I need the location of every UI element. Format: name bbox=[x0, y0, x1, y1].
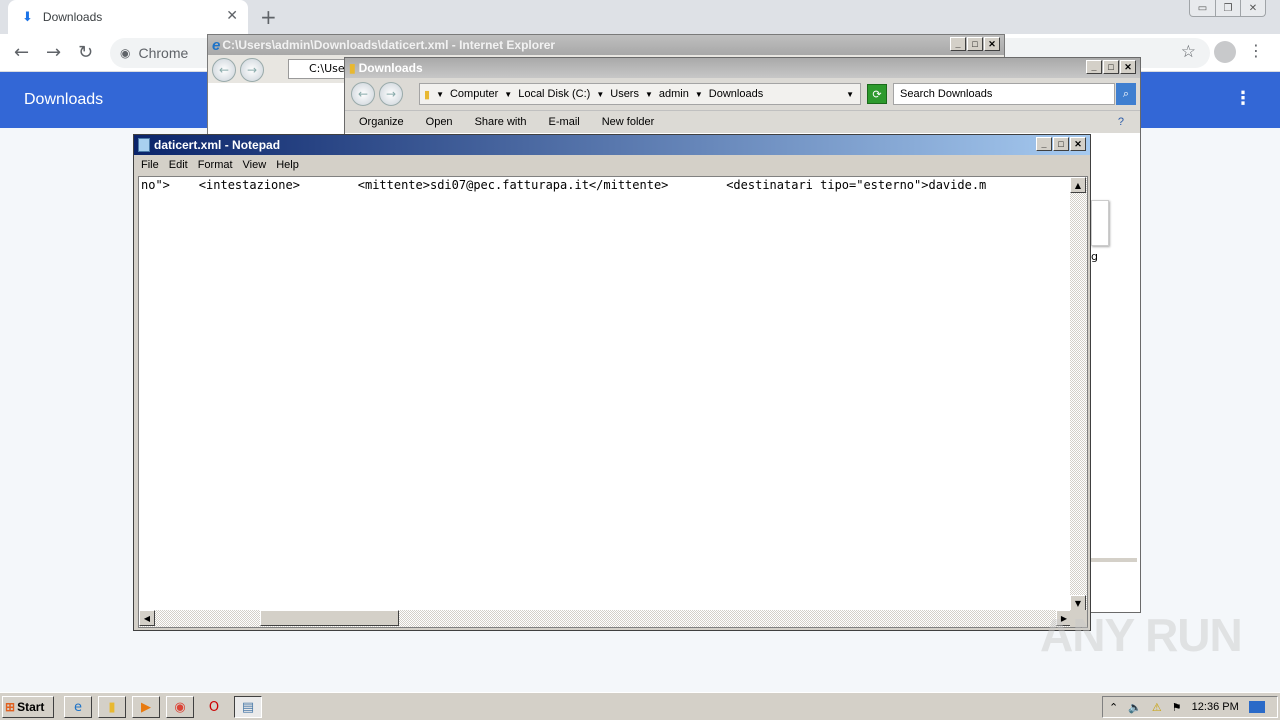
menu-help[interactable]: Help bbox=[276, 159, 299, 171]
profile-avatar[interactable] bbox=[1214, 41, 1236, 63]
page-title: Downloads bbox=[24, 91, 104, 108]
show-desktop-button[interactable] bbox=[1248, 701, 1265, 713]
taskbar-chrome-icon[interactable]: ◉ bbox=[166, 696, 194, 718]
taskbar-ie-icon[interactable]: e bbox=[64, 696, 92, 718]
explorer-forward-button[interactable]: → bbox=[379, 82, 403, 106]
ie-minimize-button[interactable]: _ bbox=[950, 37, 966, 51]
reload-icon[interactable]: ↻ bbox=[78, 42, 93, 63]
notepad-text-area[interactable]: no"> <intestazione> <mittente>sdi07@pec.… bbox=[138, 176, 1088, 628]
ie-forward-button[interactable]: → bbox=[240, 58, 264, 82]
explorer-maximize-button[interactable]: □ bbox=[1103, 60, 1119, 74]
open-button[interactable]: Open bbox=[426, 116, 453, 128]
system-tray: ⌃ 🔈 ⚠ ⚑ 12:36 PM bbox=[1102, 696, 1278, 718]
breadcrumb-item[interactable]: Computer bbox=[450, 88, 498, 100]
taskbar-notepad-icon[interactable]: ▤ bbox=[234, 696, 262, 718]
file-label[interactable]: g bbox=[1091, 250, 1098, 263]
notepad-content: no"> <intestazione> <mittente>sdi07@pec.… bbox=[141, 178, 987, 192]
notepad-window: daticert.xml - Notepad _ □ ✕ File Edit F… bbox=[133, 134, 1091, 631]
tab-downloads[interactable]: ⬇ Downloads ✕ bbox=[8, 0, 248, 34]
breadcrumb-item[interactable]: Downloads bbox=[709, 88, 763, 100]
ie-address-text: C:\Use bbox=[309, 62, 345, 75]
scroll-up-button[interactable]: ▲ bbox=[1070, 177, 1086, 193]
refresh-icon[interactable]: ⟳ bbox=[867, 84, 887, 104]
menu-edit[interactable]: Edit bbox=[169, 159, 188, 171]
folder-icon: ▮ bbox=[424, 88, 431, 101]
taskbar: ⊞ Start e ▮ ▶ ◉ O ▤ ⌃ 🔈 ⚠ ⚑ 12:36 PM bbox=[0, 692, 1280, 720]
menu-format[interactable]: Format bbox=[198, 159, 233, 171]
ie-title: C:\Users\admin\Downloads\daticert.xml - … bbox=[222, 38, 556, 52]
ie-icon: e bbox=[212, 36, 221, 54]
folder-icon: ▮ bbox=[349, 61, 356, 75]
restore-button[interactable]: ❐ bbox=[1215, 0, 1240, 16]
ie-back-button[interactable]: ← bbox=[212, 58, 236, 82]
start-label: Start bbox=[17, 700, 45, 714]
omnibox-chip: Chrome bbox=[138, 45, 189, 61]
chrome-tab-strip: ⬇ Downloads ✕ + ▭ ❐ ✕ bbox=[0, 0, 1280, 34]
download-icon: ⬇ bbox=[22, 9, 33, 25]
explorer-titlebar: ▮ Downloads _ □ ✕ bbox=[345, 58, 1140, 78]
help-icon[interactable]: ? bbox=[1118, 116, 1124, 128]
new-folder-button[interactable]: New folder bbox=[602, 116, 655, 128]
minimize-button[interactable]: ▭ bbox=[1190, 0, 1215, 16]
volume-icon[interactable]: 🔈 bbox=[1128, 701, 1142, 714]
email-button[interactable]: E-mail bbox=[549, 116, 580, 128]
clock[interactable]: 12:36 PM bbox=[1192, 701, 1239, 713]
share-with-button[interactable]: Share with bbox=[475, 116, 527, 128]
taskbar-opera-icon[interactable]: O bbox=[200, 696, 228, 718]
explorer-minimize-button[interactable]: _ bbox=[1086, 60, 1102, 74]
explorer-back-button[interactable]: ← bbox=[351, 82, 375, 106]
notepad-minimize-button[interactable]: _ bbox=[1036, 137, 1052, 151]
new-tab-button[interactable]: + bbox=[260, 5, 277, 29]
menu-file[interactable]: File bbox=[141, 159, 159, 171]
search-input[interactable]: Search Downloads bbox=[893, 83, 1115, 105]
bookmark-star-icon[interactable]: ☆ bbox=[1181, 42, 1196, 62]
breadcrumb[interactable]: ▮ ▼ Computer ▼ Local Disk (C:) ▼ Users ▼ adm… bbox=[419, 83, 861, 105]
more-options-icon[interactable]: ⋮ bbox=[1234, 88, 1252, 109]
breadcrumb-item[interactable]: Users bbox=[610, 88, 639, 100]
watermark: ANY RUN bbox=[1040, 609, 1243, 661]
divider bbox=[1091, 558, 1137, 562]
ie-maximize-button[interactable]: □ bbox=[967, 37, 983, 51]
action-center-flag-icon[interactable]: ⚑ bbox=[1172, 701, 1182, 714]
search-icon[interactable]: ⌕ bbox=[1116, 83, 1136, 105]
breadcrumb-dropdown-icon[interactable]: ▼ bbox=[846, 90, 854, 99]
ie-titlebar: e C:\Users\admin\Downloads\daticert.xml … bbox=[208, 35, 1004, 55]
back-icon[interactable]: ← bbox=[14, 42, 29, 63]
close-window-button[interactable]: ✕ bbox=[1240, 0, 1265, 16]
start-button[interactable]: ⊞ Start bbox=[2, 696, 54, 718]
horizontal-scroll-thumb[interactable] bbox=[260, 610, 399, 626]
tab-label: Downloads bbox=[42, 10, 103, 24]
file-thumbnail[interactable] bbox=[1091, 200, 1109, 246]
horizontal-scrollbar[interactable]: ◀ ▶ bbox=[139, 610, 1072, 627]
forward-icon[interactable]: → bbox=[46, 42, 61, 63]
explorer-close-button[interactable]: ✕ bbox=[1120, 60, 1136, 74]
notepad-menubar: File Edit Format View Help bbox=[134, 155, 1090, 174]
window-controls: ▭ ❐ ✕ bbox=[1189, 0, 1266, 17]
taskbar-media-player-icon[interactable]: ▶ bbox=[132, 696, 160, 718]
chrome-menu-icon[interactable]: ⋮ bbox=[1248, 41, 1264, 60]
taskbar-explorer-icon[interactable]: ▮ bbox=[98, 696, 126, 718]
notepad-maximize-button[interactable]: □ bbox=[1053, 137, 1069, 151]
network-warning-icon[interactable]: ⚠ bbox=[1152, 701, 1162, 714]
breadcrumb-item[interactable]: Local Disk (C:) bbox=[518, 88, 590, 100]
notepad-title: daticert.xml - Notepad bbox=[154, 138, 281, 152]
notepad-close-button[interactable]: ✕ bbox=[1070, 137, 1086, 151]
notepad-titlebar: daticert.xml - Notepad _ □ ✕ bbox=[134, 135, 1090, 155]
windows-logo-icon: ⊞ bbox=[5, 700, 16, 714]
menu-view[interactable]: View bbox=[243, 159, 267, 171]
ie-close-button[interactable]: ✕ bbox=[984, 37, 1000, 51]
vertical-scrollbar[interactable]: ▲ ▼ bbox=[1070, 177, 1087, 611]
show-hidden-icons[interactable]: ⌃ bbox=[1109, 701, 1118, 714]
scroll-left-button[interactable]: ◀ bbox=[139, 610, 155, 626]
organize-button[interactable]: Organize bbox=[359, 116, 404, 128]
notepad-icon bbox=[138, 138, 150, 152]
breadcrumb-item[interactable]: admin bbox=[659, 88, 689, 100]
close-tab-icon[interactable]: ✕ bbox=[226, 8, 238, 24]
explorer-title: Downloads bbox=[358, 61, 423, 75]
command-bar: Organize Open Share with E-mail New fold… bbox=[345, 111, 1140, 133]
chrome-icon: ◉ bbox=[120, 46, 131, 60]
